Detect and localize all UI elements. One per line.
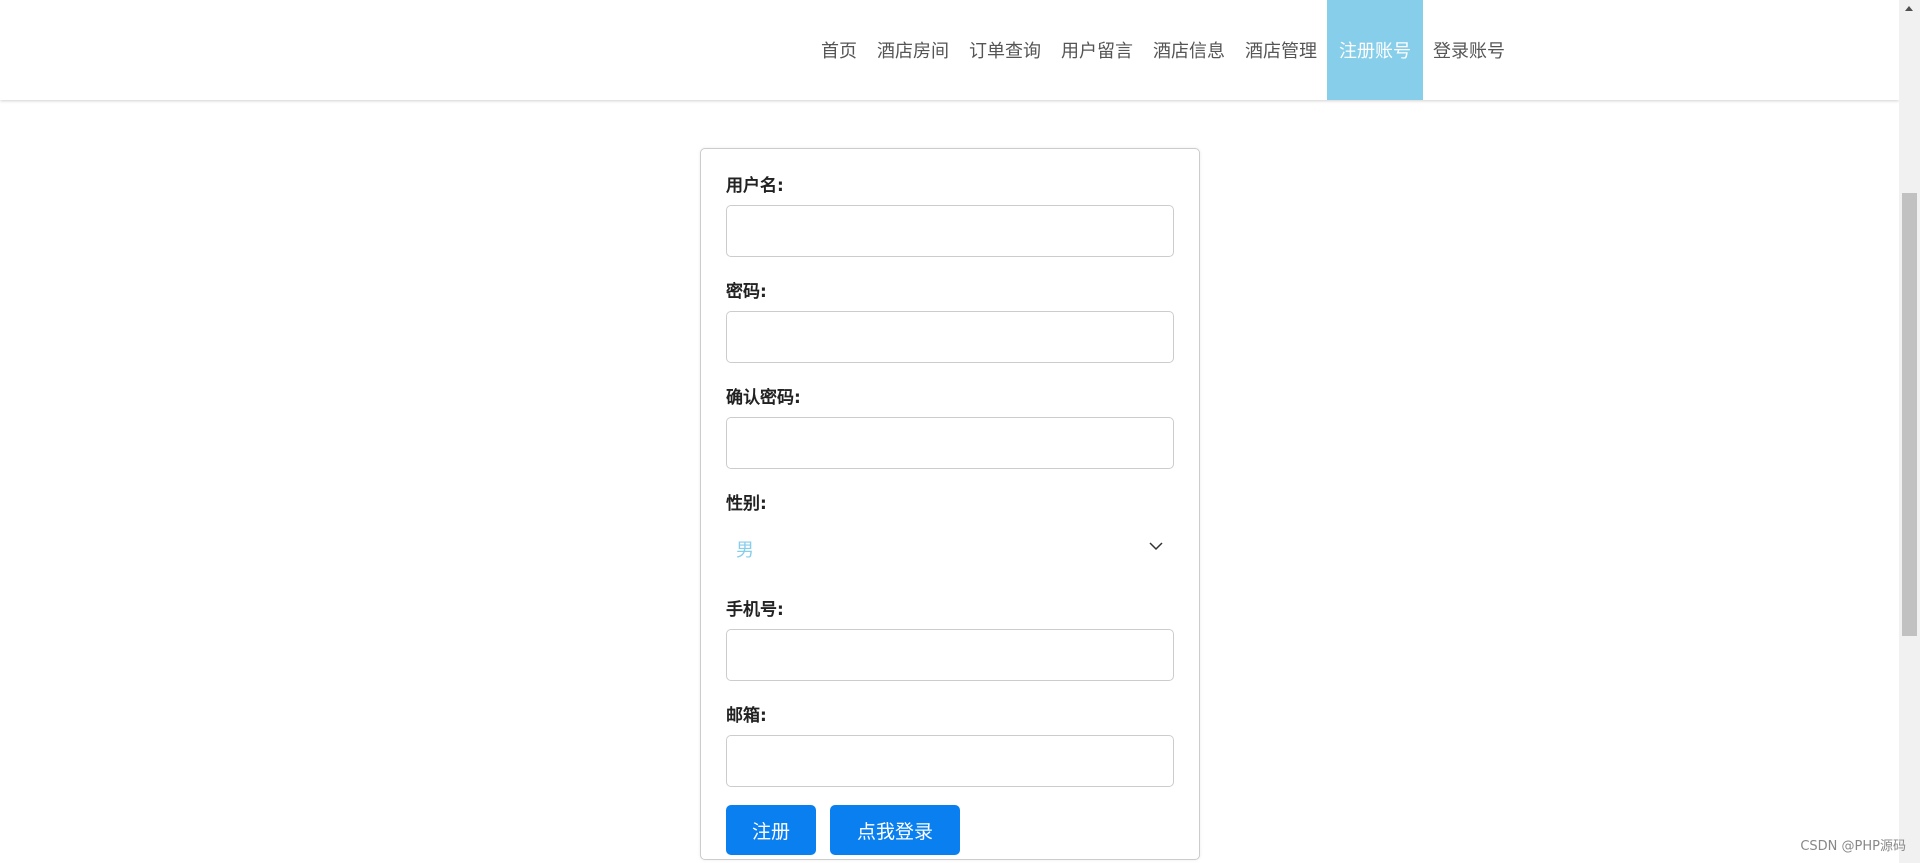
register-form: 用户名: 密码: 确认密码: 性别: 男 手机号: 邮箱: 注册 点我登录 — [700, 148, 1200, 860]
nav-item-hotel-management[interactable]: 酒店管理 — [1235, 0, 1327, 100]
vertical-scrollbar[interactable] — [1899, 0, 1920, 863]
nav-item-order-query[interactable]: 订单查询 — [959, 0, 1051, 100]
gender-select[interactable]: 男 — [726, 523, 1174, 573]
nav-item-user-messages[interactable]: 用户留言 — [1051, 0, 1143, 100]
email-label: 邮箱: — [726, 706, 767, 726]
phone-input[interactable] — [726, 629, 1174, 681]
nav-item-hotel-info[interactable]: 酒店信息 — [1143, 0, 1235, 100]
form-actions: 注册 点我登录 — [726, 805, 1174, 855]
gender-label: 性别: — [726, 494, 767, 514]
password-label: 密码: — [726, 282, 767, 302]
scrollbar-thumb[interactable] — [1902, 193, 1917, 636]
gender-selected-value: 男 — [736, 540, 754, 561]
confirm-password-input[interactable] — [726, 417, 1174, 469]
go-to-login-button[interactable]: 点我登录 — [830, 805, 960, 855]
chevron-down-icon — [1149, 542, 1163, 551]
nav-item-register[interactable]: 注册账号 — [1327, 0, 1423, 100]
username-input[interactable] — [726, 205, 1174, 257]
password-input[interactable] — [726, 311, 1174, 363]
confirm-password-label: 确认密码: — [726, 388, 801, 408]
nav-menu: 首页 酒店房间 订单查询 用户留言 酒店信息 酒店管理 注册账号 登录账号 — [811, 0, 1515, 100]
top-navbar: 首页 酒店房间 订单查询 用户留言 酒店信息 酒店管理 注册账号 登录账号 — [0, 0, 1899, 100]
scroll-up-arrow-icon[interactable] — [1905, 6, 1913, 11]
nav-item-login[interactable]: 登录账号 — [1423, 0, 1515, 100]
email-input[interactable] — [726, 735, 1174, 787]
nav-item-hotel-rooms[interactable]: 酒店房间 — [867, 0, 959, 100]
phone-label: 手机号: — [726, 600, 784, 620]
nav-item-home[interactable]: 首页 — [811, 0, 867, 100]
register-button[interactable]: 注册 — [726, 805, 816, 855]
watermark-text: CSDN @PHP源码 — [1800, 839, 1906, 854]
username-label: 用户名: — [726, 176, 784, 196]
